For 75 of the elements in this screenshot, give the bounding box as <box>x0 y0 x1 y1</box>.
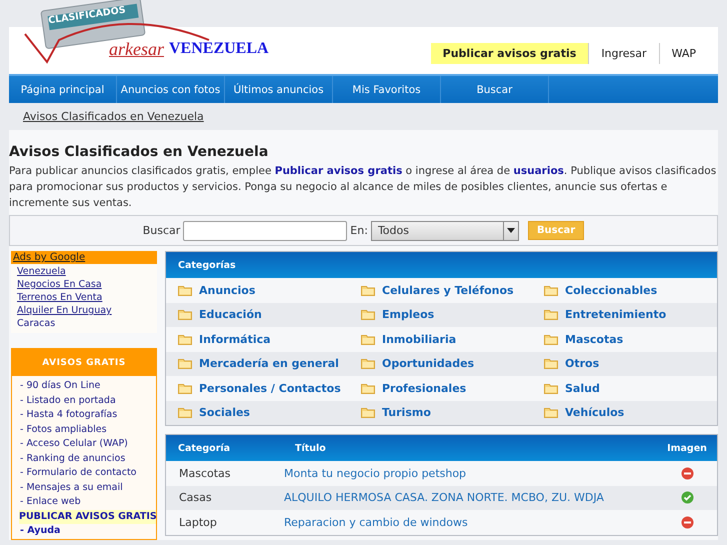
ad-link[interactable]: Caracas <box>17 318 157 329</box>
table-cell-text: Laptop <box>178 516 218 529</box>
folder-icon <box>361 382 375 394</box>
category-link[interactable]: Educación <box>166 302 349 327</box>
column-header: Categoría <box>177 442 232 454</box>
listing-title-link[interactable]: Monta tu negocio propio petshop <box>284 466 657 480</box>
caret-icon <box>506 228 515 233</box>
folder-icon <box>361 358 375 370</box>
header-link[interactable]: Ingresar <box>589 43 660 64</box>
category-link[interactable]: Oportunidades <box>349 352 532 376</box>
category-select[interactable]: Todos <box>370 220 519 240</box>
category-link[interactable]: Mercadería en general <box>166 352 349 376</box>
ad-link[interactable]: Terrenos En Venta <box>17 292 157 303</box>
table-cell-text: Mascotas <box>178 466 232 480</box>
page-heading: Avisos Clasificados en Venezuela <box>9 144 270 160</box>
listing-title-link[interactable]: ALQUILO HERMOSA CASA. ZONA NORTE. MCBO, ZU. WDJA <box>284 491 657 504</box>
feature-text: - Mensajes a su email <box>20 480 124 494</box>
folder-icon <box>178 309 192 320</box>
column-header: Imagen <box>666 442 708 454</box>
ad-link[interactable]: Venezuela <box>17 266 157 277</box>
folder-icon <box>544 358 558 370</box>
category-link[interactable]: Sociales <box>166 400 349 425</box>
header-link[interactable]: Publicar avisos gratis <box>430 43 590 64</box>
search-field[interactable] <box>183 220 348 240</box>
folder-icon <box>544 334 558 345</box>
category-link[interactable]: Otros <box>532 352 717 376</box>
ad-link[interactable]: Negocios En Casa <box>17 279 157 290</box>
nav-item[interactable]: Últimos anuncios <box>225 76 333 103</box>
feature-text: - 90 días On Line <box>20 379 102 393</box>
panel-title: AVISOS GRATIS <box>12 349 156 376</box>
folder-icon <box>361 284 375 296</box>
feature-text: - Enlace web <box>20 495 82 509</box>
listing-title-link[interactable]: Reparacion y cambio de windows <box>284 516 657 529</box>
feature-text: - Ranking de anuncios <box>20 452 126 466</box>
publish-link[interactable]: Publicar avisos gratis <box>274 165 402 177</box>
nav-item[interactable]: Mis Favoritos <box>333 76 441 103</box>
search-label: Buscar <box>142 224 180 237</box>
nav-item[interactable]: Anuncios con fotos <box>117 76 225 103</box>
feature-text: - Fotos ampliables <box>20 422 108 436</box>
folder-icon <box>544 284 558 296</box>
feature-text: - Formulario de contacto <box>20 466 138 480</box>
folder-icon <box>178 334 192 345</box>
category-link[interactable]: Turismo <box>349 400 532 425</box>
category-link[interactable]: Entretenimiento <box>532 302 717 327</box>
feature-text: - Hasta 4 fotografías <box>20 408 118 422</box>
logo-brand-text: arkesar <box>109 39 164 60</box>
folder-icon <box>178 407 192 418</box>
breadcrumb-link[interactable]: Avisos Clasificados en Venezuela <box>23 110 204 123</box>
category-link[interactable]: Empleos <box>349 302 532 327</box>
folder-icon <box>178 284 192 296</box>
users-link[interactable]: usuarios <box>513 165 564 177</box>
panel-title: Categorías <box>177 260 236 270</box>
folder-icon <box>544 309 558 320</box>
folder-icon <box>544 382 558 394</box>
folder-icon <box>178 358 192 370</box>
ads-title-link[interactable]: Ads by Google <box>11 251 157 264</box>
nav-item[interactable]: Buscar <box>441 76 549 103</box>
help-link[interactable]: - Ayuda <box>20 524 156 538</box>
publish-link[interactable]: PUBLICAR AVISOS GRATIS <box>19 510 156 524</box>
column-header: Título <box>294 442 327 454</box>
folder-icon <box>178 382 192 394</box>
folder-icon <box>361 334 375 345</box>
ad-link[interactable]: Alquiler En Uruguay <box>17 305 157 316</box>
category-link[interactable]: Vehículos <box>532 400 717 425</box>
folder-icon <box>361 407 375 418</box>
header-link[interactable]: WAP <box>660 43 708 64</box>
nav-item[interactable]: Página principal <box>9 76 117 103</box>
folder-icon <box>361 309 375 320</box>
feature-text: - Listado en portada <box>20 394 117 408</box>
in-label: En: <box>350 224 368 237</box>
intro-paragraph: Para publicar anuncios clasificados gratis, emplee Publicar avisos gratis o ingrese al área de usuarios. Publique avisos clasificados para promocionar sus productos y servicios. Ponga su negocio al alcance de miles de posibles clientes, anuncie sus ofertas e incremente sus ventas. <box>9 164 718 211</box>
feature-text: - Acceso Celular (WAP) <box>20 437 129 451</box>
logo-country-text: VENEZUELA <box>169 40 269 58</box>
folder-icon <box>544 407 558 418</box>
table-cell-text: Casas <box>178 491 213 504</box>
